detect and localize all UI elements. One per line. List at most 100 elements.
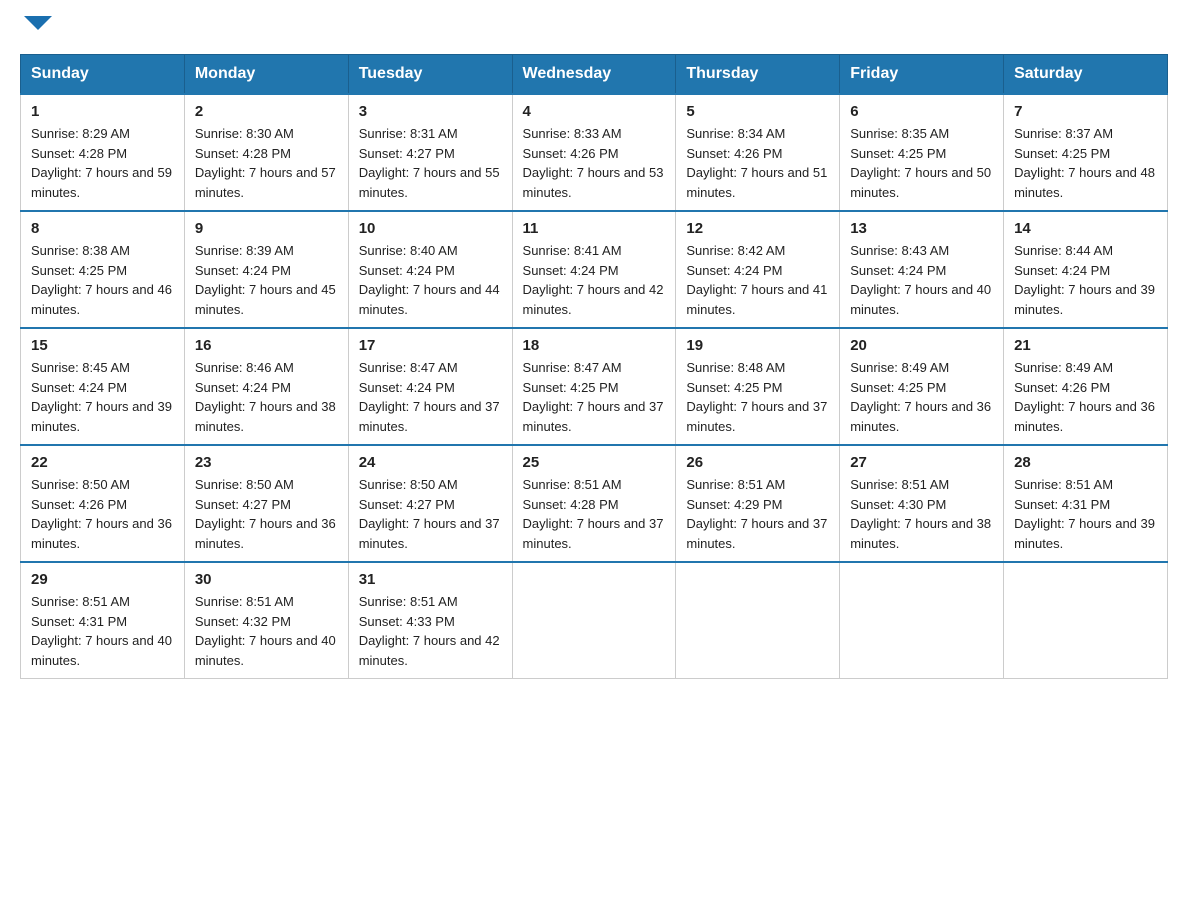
- header-thursday: Thursday: [676, 55, 840, 95]
- calendar-cell: 30 Sunrise: 8:51 AMSunset: 4:32 PMDaylig…: [184, 562, 348, 679]
- calendar-cell: 15 Sunrise: 8:45 AMSunset: 4:24 PMDaylig…: [21, 328, 185, 445]
- calendar-week-row: 8 Sunrise: 8:38 AMSunset: 4:25 PMDayligh…: [21, 211, 1168, 328]
- calendar-cell: 16 Sunrise: 8:46 AMSunset: 4:24 PMDaylig…: [184, 328, 348, 445]
- calendar-body: 1 Sunrise: 8:29 AMSunset: 4:28 PMDayligh…: [21, 94, 1168, 679]
- day-info: Sunrise: 8:35 AMSunset: 4:25 PMDaylight:…: [850, 124, 993, 202]
- calendar-week-row: 15 Sunrise: 8:45 AMSunset: 4:24 PMDaylig…: [21, 328, 1168, 445]
- day-info: Sunrise: 8:51 AMSunset: 4:31 PMDaylight:…: [31, 592, 174, 670]
- day-info: Sunrise: 8:50 AMSunset: 4:27 PMDaylight:…: [359, 475, 502, 553]
- day-number: 25: [523, 454, 666, 471]
- calendar-cell: [676, 562, 840, 679]
- day-number: 30: [195, 571, 338, 588]
- day-info: Sunrise: 8:50 AMSunset: 4:26 PMDaylight:…: [31, 475, 174, 553]
- header-monday: Monday: [184, 55, 348, 95]
- calendar-cell: 1 Sunrise: 8:29 AMSunset: 4:28 PMDayligh…: [21, 94, 185, 211]
- calendar-week-row: 1 Sunrise: 8:29 AMSunset: 4:28 PMDayligh…: [21, 94, 1168, 211]
- day-info: Sunrise: 8:51 AMSunset: 4:28 PMDaylight:…: [523, 475, 666, 553]
- calendar-cell: 17 Sunrise: 8:47 AMSunset: 4:24 PMDaylig…: [348, 328, 512, 445]
- calendar-cell: 5 Sunrise: 8:34 AMSunset: 4:26 PMDayligh…: [676, 94, 840, 211]
- calendar-cell: 31 Sunrise: 8:51 AMSunset: 4:33 PMDaylig…: [348, 562, 512, 679]
- calendar-cell: 29 Sunrise: 8:51 AMSunset: 4:31 PMDaylig…: [21, 562, 185, 679]
- day-number: 29: [31, 571, 174, 588]
- calendar-cell: 24 Sunrise: 8:50 AMSunset: 4:27 PMDaylig…: [348, 445, 512, 562]
- calendar-cell: 11 Sunrise: 8:41 AMSunset: 4:24 PMDaylig…: [512, 211, 676, 328]
- day-info: Sunrise: 8:43 AMSunset: 4:24 PMDaylight:…: [850, 241, 993, 319]
- calendar-cell: 22 Sunrise: 8:50 AMSunset: 4:26 PMDaylig…: [21, 445, 185, 562]
- day-number: 12: [686, 220, 829, 237]
- day-info: Sunrise: 8:42 AMSunset: 4:24 PMDaylight:…: [686, 241, 829, 319]
- day-number: 2: [195, 103, 338, 120]
- day-number: 22: [31, 454, 174, 471]
- day-number: 14: [1014, 220, 1157, 237]
- day-info: Sunrise: 8:49 AMSunset: 4:26 PMDaylight:…: [1014, 358, 1157, 436]
- calendar-cell: 8 Sunrise: 8:38 AMSunset: 4:25 PMDayligh…: [21, 211, 185, 328]
- calendar-cell: [512, 562, 676, 679]
- header-saturday: Saturday: [1004, 55, 1168, 95]
- day-number: 7: [1014, 103, 1157, 120]
- day-info: Sunrise: 8:37 AMSunset: 4:25 PMDaylight:…: [1014, 124, 1157, 202]
- day-info: Sunrise: 8:51 AMSunset: 4:30 PMDaylight:…: [850, 475, 993, 553]
- calendar-cell: 14 Sunrise: 8:44 AMSunset: 4:24 PMDaylig…: [1004, 211, 1168, 328]
- day-number: 9: [195, 220, 338, 237]
- calendar-cell: 12 Sunrise: 8:42 AMSunset: 4:24 PMDaylig…: [676, 211, 840, 328]
- header-friday: Friday: [840, 55, 1004, 95]
- day-info: Sunrise: 8:48 AMSunset: 4:25 PMDaylight:…: [686, 358, 829, 436]
- day-number: 26: [686, 454, 829, 471]
- day-info: Sunrise: 8:47 AMSunset: 4:24 PMDaylight:…: [359, 358, 502, 436]
- day-info: Sunrise: 8:34 AMSunset: 4:26 PMDaylight:…: [686, 124, 829, 202]
- calendar-cell: 21 Sunrise: 8:49 AMSunset: 4:26 PMDaylig…: [1004, 328, 1168, 445]
- day-number: 1: [31, 103, 174, 120]
- calendar-cell: [1004, 562, 1168, 679]
- day-number: 5: [686, 103, 829, 120]
- calendar-cell: 2 Sunrise: 8:30 AMSunset: 4:28 PMDayligh…: [184, 94, 348, 211]
- day-number: 6: [850, 103, 993, 120]
- day-number: 21: [1014, 337, 1157, 354]
- day-info: Sunrise: 8:29 AMSunset: 4:28 PMDaylight:…: [31, 124, 174, 202]
- calendar-cell: 4 Sunrise: 8:33 AMSunset: 4:26 PMDayligh…: [512, 94, 676, 211]
- day-info: Sunrise: 8:45 AMSunset: 4:24 PMDaylight:…: [31, 358, 174, 436]
- day-number: 27: [850, 454, 993, 471]
- page-header: [20, 20, 1168, 34]
- day-number: 3: [359, 103, 502, 120]
- calendar-cell: 7 Sunrise: 8:37 AMSunset: 4:25 PMDayligh…: [1004, 94, 1168, 211]
- day-number: 15: [31, 337, 174, 354]
- calendar-cell: 25 Sunrise: 8:51 AMSunset: 4:28 PMDaylig…: [512, 445, 676, 562]
- calendar-cell: 6 Sunrise: 8:35 AMSunset: 4:25 PMDayligh…: [840, 94, 1004, 211]
- day-info: Sunrise: 8:31 AMSunset: 4:27 PMDaylight:…: [359, 124, 502, 202]
- day-info: Sunrise: 8:41 AMSunset: 4:24 PMDaylight:…: [523, 241, 666, 319]
- day-info: Sunrise: 8:44 AMSunset: 4:24 PMDaylight:…: [1014, 241, 1157, 319]
- calendar-cell: 23 Sunrise: 8:50 AMSunset: 4:27 PMDaylig…: [184, 445, 348, 562]
- day-number: 31: [359, 571, 502, 588]
- calendar-cell: 13 Sunrise: 8:43 AMSunset: 4:24 PMDaylig…: [840, 211, 1004, 328]
- calendar-table: Sunday Monday Tuesday Wednesday Thursday…: [20, 54, 1168, 679]
- day-info: Sunrise: 8:33 AMSunset: 4:26 PMDaylight:…: [523, 124, 666, 202]
- header-row: Sunday Monday Tuesday Wednesday Thursday…: [21, 55, 1168, 95]
- calendar-cell: 3 Sunrise: 8:31 AMSunset: 4:27 PMDayligh…: [348, 94, 512, 211]
- day-info: Sunrise: 8:51 AMSunset: 4:33 PMDaylight:…: [359, 592, 502, 670]
- day-number: 10: [359, 220, 502, 237]
- calendar-week-row: 29 Sunrise: 8:51 AMSunset: 4:31 PMDaylig…: [21, 562, 1168, 679]
- day-number: 13: [850, 220, 993, 237]
- day-number: 4: [523, 103, 666, 120]
- day-info: Sunrise: 8:40 AMSunset: 4:24 PMDaylight:…: [359, 241, 502, 319]
- day-info: Sunrise: 8:51 AMSunset: 4:32 PMDaylight:…: [195, 592, 338, 670]
- day-number: 18: [523, 337, 666, 354]
- day-number: 17: [359, 337, 502, 354]
- calendar-cell: 18 Sunrise: 8:47 AMSunset: 4:25 PMDaylig…: [512, 328, 676, 445]
- calendar-header: Sunday Monday Tuesday Wednesday Thursday…: [21, 55, 1168, 95]
- calendar-cell: 20 Sunrise: 8:49 AMSunset: 4:25 PMDaylig…: [840, 328, 1004, 445]
- day-number: 11: [523, 220, 666, 237]
- calendar-cell: 27 Sunrise: 8:51 AMSunset: 4:30 PMDaylig…: [840, 445, 1004, 562]
- calendar-cell: [840, 562, 1004, 679]
- header-wednesday: Wednesday: [512, 55, 676, 95]
- day-number: 16: [195, 337, 338, 354]
- day-number: 28: [1014, 454, 1157, 471]
- day-info: Sunrise: 8:38 AMSunset: 4:25 PMDaylight:…: [31, 241, 174, 319]
- logo: [20, 20, 52, 34]
- day-info: Sunrise: 8:47 AMSunset: 4:25 PMDaylight:…: [523, 358, 666, 436]
- day-info: Sunrise: 8:49 AMSunset: 4:25 PMDaylight:…: [850, 358, 993, 436]
- day-info: Sunrise: 8:50 AMSunset: 4:27 PMDaylight:…: [195, 475, 338, 553]
- day-info: Sunrise: 8:51 AMSunset: 4:31 PMDaylight:…: [1014, 475, 1157, 553]
- day-info: Sunrise: 8:46 AMSunset: 4:24 PMDaylight:…: [195, 358, 338, 436]
- calendar-cell: 19 Sunrise: 8:48 AMSunset: 4:25 PMDaylig…: [676, 328, 840, 445]
